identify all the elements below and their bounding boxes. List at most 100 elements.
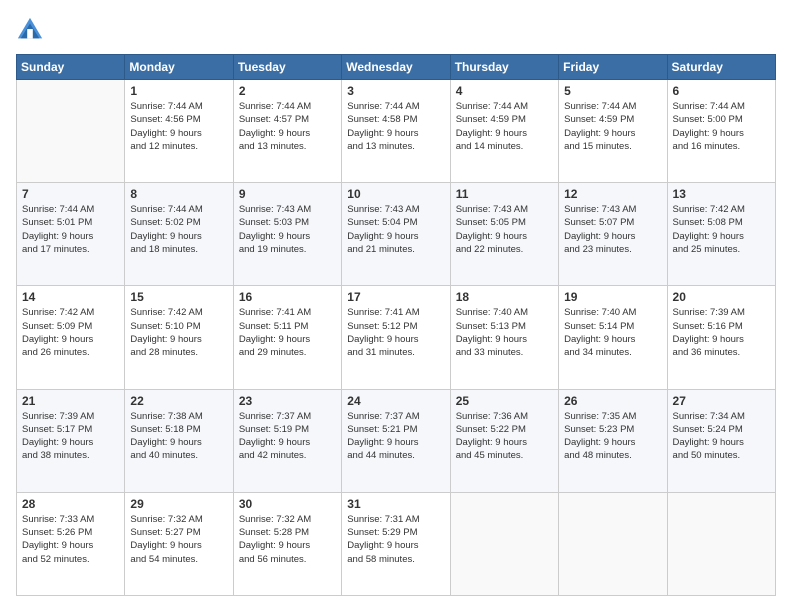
daylight-text: Daylight: 9 hours <box>239 333 336 346</box>
sunrise-text: Sunrise: 7:44 AM <box>239 100 336 113</box>
sunset-text: Sunset: 5:26 PM <box>22 526 119 539</box>
calendar-cell: 24 Sunrise: 7:37 AMSunset: 5:21 PMDayligh… <box>342 389 450 492</box>
sunset-text: Sunset: 5:19 PM <box>239 423 336 436</box>
sunset-text: Sunset: 4:57 PM <box>239 113 336 126</box>
sunset-text: Sunset: 5:03 PM <box>239 216 336 229</box>
daylight-text: and 50 minutes. <box>673 449 770 462</box>
calendar-cell: 25Sunrise: 7:36 AMSunset: 5:22 PMDayligh… <box>450 389 558 492</box>
sunrise-text: Sunrise: 7:34 AM <box>673 410 770 423</box>
daylight-text: and 45 minutes. <box>456 449 553 462</box>
daylight-text: Daylight: 9 hours <box>347 333 444 346</box>
calendar-cell: 31 Sunrise: 7:31 AMSunset: 5:29 PMDayligh… <box>342 492 450 595</box>
daylight-text: Daylight: 9 hours <box>130 539 227 552</box>
day-number: 14 <box>22 290 119 304</box>
day-number: 11 <box>456 187 553 201</box>
page: SundayMondayTuesdayWednesdayThursdayFrid… <box>0 0 792 612</box>
daylight-text: Daylight: 9 hours <box>239 539 336 552</box>
cell-info: Sunrise: 7:44 AMSunset: 4:59 PMDaylight:… <box>564 100 661 153</box>
daylight-text: Daylight: 9 hours <box>673 436 770 449</box>
calendar-week-row-1: 7Sunrise: 7:44 AMSunset: 5:01 PMDaylight… <box>17 183 776 286</box>
sunrise-text: Sunrise: 7:41 AM <box>239 306 336 319</box>
calendar-cell: 22Sunrise: 7:38 AMSunset: 5:18 PMDayligh… <box>125 389 233 492</box>
day-number: 28 <box>22 497 119 511</box>
sunrise-text: Sunrise: 7:40 AM <box>456 306 553 319</box>
sunset-text: Sunset: 5:08 PM <box>673 216 770 229</box>
calendar-cell: 29Sunrise: 7:32 AMSunset: 5:27 PMDayligh… <box>125 492 233 595</box>
cell-info: Sunrise: 7:35 AMSunset: 5:23 PMDaylight:… <box>564 410 661 463</box>
calendar-cell: 20Sunrise: 7:39 AMSunset: 5:16 PMDayligh… <box>667 286 775 389</box>
daylight-text: and 44 minutes. <box>347 449 444 462</box>
calendar-week-row-3: 21Sunrise: 7:39 AMSunset: 5:17 PMDayligh… <box>17 389 776 492</box>
daylight-text: and 34 minutes. <box>564 346 661 359</box>
daylight-text: Daylight: 9 hours <box>564 333 661 346</box>
calendar-cell: 9Sunrise: 7:43 AMSunset: 5:03 PMDaylight… <box>233 183 341 286</box>
daylight-text: Daylight: 9 hours <box>456 127 553 140</box>
day-number: 6 <box>673 84 770 98</box>
daylight-text: Daylight: 9 hours <box>347 127 444 140</box>
day-number: 8 <box>130 187 227 201</box>
day-number: 7 <box>22 187 119 201</box>
daylight-text: Daylight: 9 hours <box>22 333 119 346</box>
cell-info: Sunrise: 7:41 AMSunset: 5:12 PMDaylight:… <box>347 306 444 359</box>
sunset-text: Sunset: 5:00 PM <box>673 113 770 126</box>
calendar-cell: 16Sunrise: 7:41 AMSunset: 5:11 PMDayligh… <box>233 286 341 389</box>
weekday-header-wednesday: Wednesday <box>342 55 450 80</box>
cell-info: Sunrise: 7:33 AMSunset: 5:26 PMDaylight:… <box>22 513 119 566</box>
cell-info: Sunrise: 7:44 AMSunset: 4:56 PMDaylight:… <box>130 100 227 153</box>
cell-info: Sunrise: 7:43 AMSunset: 5:03 PMDaylight:… <box>239 203 336 256</box>
daylight-text: and 26 minutes. <box>22 346 119 359</box>
sunrise-text: Sunrise: 7:37 AM <box>239 410 336 423</box>
daylight-text: and 28 minutes. <box>130 346 227 359</box>
day-number: 3 <box>347 84 444 98</box>
cell-info: Sunrise: 7:37 AMSunset: 5:19 PMDaylight:… <box>239 410 336 463</box>
daylight-text: Daylight: 9 hours <box>130 127 227 140</box>
daylight-text: and 21 minutes. <box>347 243 444 256</box>
day-number: 2 <box>239 84 336 98</box>
weekday-header-row: SundayMondayTuesdayWednesdayThursdayFrid… <box>17 55 776 80</box>
sunset-text: Sunset: 5:12 PM <box>347 320 444 333</box>
calendar-cell: 3Sunrise: 7:44 AMSunset: 4:58 PMDaylight… <box>342 80 450 183</box>
day-number: 31 <box>347 497 444 511</box>
sunset-text: Sunset: 5:27 PM <box>130 526 227 539</box>
cell-info: Sunrise: 7:41 AMSunset: 5:11 PMDaylight:… <box>239 306 336 359</box>
calendar-cell: 7Sunrise: 7:44 AMSunset: 5:01 PMDaylight… <box>17 183 125 286</box>
daylight-text: Daylight: 9 hours <box>673 127 770 140</box>
day-number: 13 <box>673 187 770 201</box>
cell-info: Sunrise: 7:36 AMSunset: 5:22 PMDaylight:… <box>456 410 553 463</box>
cell-info: Sunrise: 7:44 AMSunset: 4:57 PMDaylight:… <box>239 100 336 153</box>
sunrise-text: Sunrise: 7:33 AM <box>22 513 119 526</box>
calendar-week-row-2: 14Sunrise: 7:42 AMSunset: 5:09 PMDayligh… <box>17 286 776 389</box>
daylight-text: Daylight: 9 hours <box>673 230 770 243</box>
day-number: 10 <box>347 187 444 201</box>
daylight-text: and 56 minutes. <box>239 553 336 566</box>
calendar-cell: 2 Sunrise: 7:44 AMSunset: 4:57 PMDaylight… <box>233 80 341 183</box>
daylight-text: Daylight: 9 hours <box>564 230 661 243</box>
daylight-text: and 23 minutes. <box>564 243 661 256</box>
weekday-header-saturday: Saturday <box>667 55 775 80</box>
cell-info: Sunrise: 7:31 AMSunset: 5:29 PMDaylight:… <box>347 513 444 566</box>
calendar-cell: 23Sunrise: 7:37 AMSunset: 5:19 PMDayligh… <box>233 389 341 492</box>
day-number: 20 <box>673 290 770 304</box>
day-number: 24 <box>347 394 444 408</box>
sunset-text: Sunset: 5:18 PM <box>130 423 227 436</box>
cell-info: Sunrise: 7:43 AMSunset: 5:07 PMDaylight:… <box>564 203 661 256</box>
day-number: 5 <box>564 84 661 98</box>
calendar-cell: 28 Sunrise: 7:33 AMSunset: 5:26 PMDayligh… <box>17 492 125 595</box>
daylight-text: and 12 minutes. <box>130 140 227 153</box>
daylight-text: and 58 minutes. <box>347 553 444 566</box>
calendar-cell: 21Sunrise: 7:39 AMSunset: 5:17 PMDayligh… <box>17 389 125 492</box>
calendar-cell <box>17 80 125 183</box>
daylight-text: and 15 minutes. <box>564 140 661 153</box>
daylight-text: Daylight: 9 hours <box>564 436 661 449</box>
cell-info: Sunrise: 7:37 AMSunset: 5:21 PMDaylight:… <box>347 410 444 463</box>
sunset-text: Sunset: 5:29 PM <box>347 526 444 539</box>
sunrise-text: Sunrise: 7:44 AM <box>564 100 661 113</box>
sunrise-text: Sunrise: 7:44 AM <box>673 100 770 113</box>
sunrise-text: Sunrise: 7:43 AM <box>564 203 661 216</box>
daylight-text: and 16 minutes. <box>673 140 770 153</box>
daylight-text: and 38 minutes. <box>22 449 119 462</box>
logo <box>16 16 48 44</box>
calendar-cell: 30Sunrise: 7:32 AMSunset: 5:28 PMDayligh… <box>233 492 341 595</box>
daylight-text: Daylight: 9 hours <box>564 127 661 140</box>
sunset-text: Sunset: 5:23 PM <box>564 423 661 436</box>
